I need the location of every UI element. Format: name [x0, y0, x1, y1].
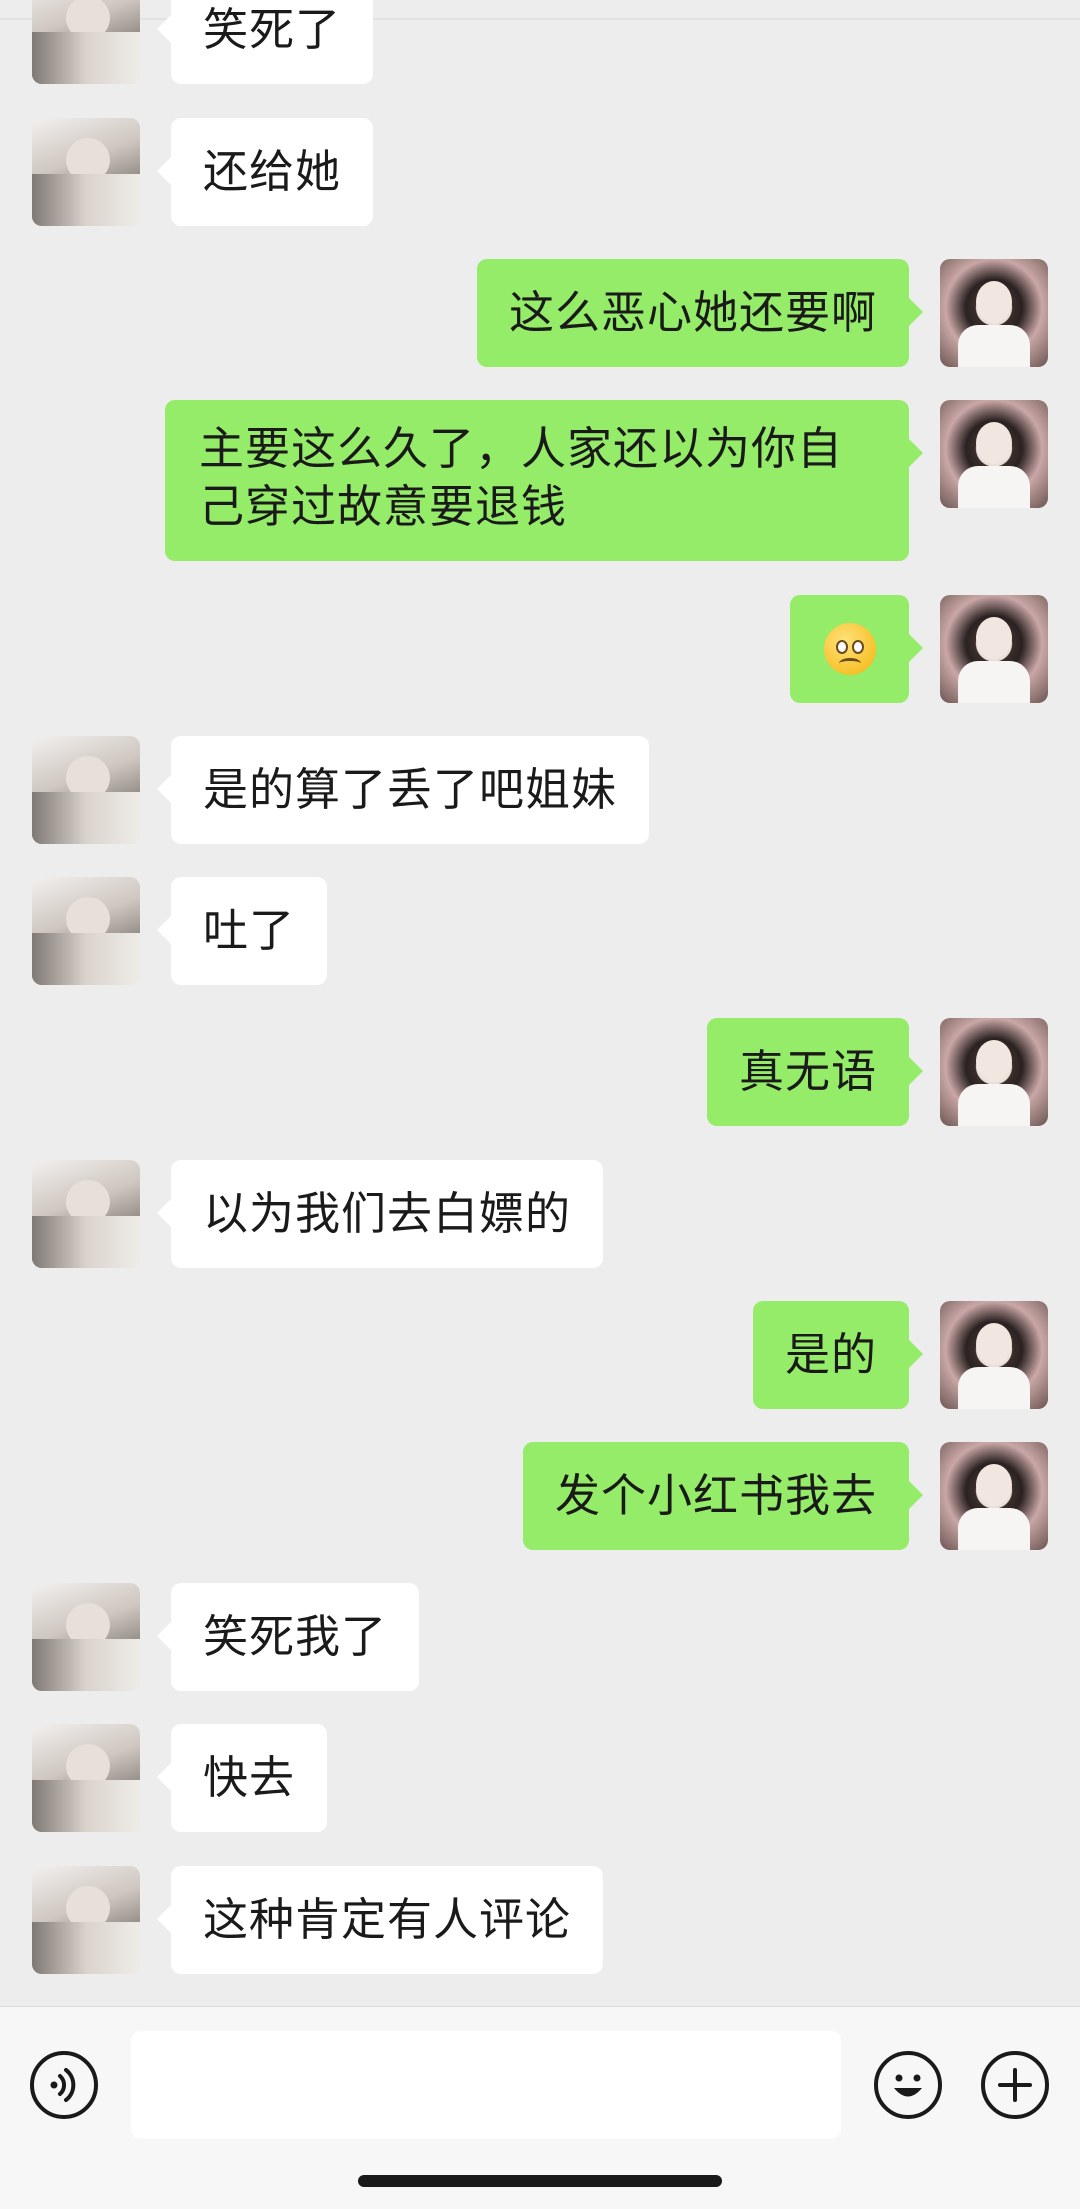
message-sent: 真无语 [0, 1018, 1080, 1126]
emoji-message-bubble[interactable] [790, 595, 923, 703]
message-bubble[interactable]: 以为我们去白嫖的 [156, 1160, 604, 1268]
message-received: 以为我们去白嫖的 [0, 1160, 1080, 1268]
message-received: 吐了 [0, 877, 1080, 985]
message-bubble[interactable]: 快去 [156, 1724, 328, 1832]
message-received: 笑死了 [0, 0, 1080, 84]
contact-avatar[interactable] [32, 1724, 140, 1832]
my-avatar[interactable] [940, 1442, 1048, 1550]
contact-avatar[interactable] [32, 877, 140, 985]
contact-avatar[interactable] [32, 118, 140, 226]
message-bubble[interactable]: 真无语 [706, 1018, 924, 1126]
home-indicator[interactable] [358, 2175, 722, 2187]
contact-avatar[interactable] [32, 736, 140, 844]
contact-avatar[interactable] [32, 0, 140, 84]
message-sent: 发个小红书我去 [0, 1442, 1080, 1550]
my-avatar[interactable] [940, 595, 1048, 703]
message-bubble[interactable]: 笑死了 [156, 0, 374, 84]
message-bubble[interactable]: 吐了 [156, 877, 328, 985]
message-bubble[interactable]: 笑死我了 [156, 1583, 420, 1691]
message-bubble[interactable]: 这么恶心她还要啊 [476, 259, 924, 367]
contact-avatar[interactable] [32, 1583, 140, 1691]
message-bubble[interactable]: 还给她 [156, 118, 374, 226]
message-bubble[interactable]: 发个小红书我去 [522, 1442, 924, 1550]
message-sent: 这么恶心她还要啊 [0, 259, 1080, 367]
message-bubble[interactable]: 是的 [752, 1301, 924, 1409]
my-avatar[interactable] [940, 400, 1048, 508]
pleading-face-icon [823, 623, 876, 675]
message-bubble[interactable]: 这种肯定有人评论 [156, 1866, 604, 1974]
contact-avatar[interactable] [32, 1866, 140, 1974]
plus-icon[interactable] [981, 2051, 1049, 2119]
message-received: 笑死我了 [0, 1583, 1080, 1691]
my-avatar[interactable] [940, 1018, 1048, 1126]
message-received: 是的算了丢了吧姐妹 [0, 736, 1080, 844]
chat-area[interactable]: 笑死了 还给她 这么恶心她还要啊 主要这么久了，人家还以为你自己穿过故意要退钱 … [0, 0, 1080, 2006]
message-received: 这种肯定有人评论 [0, 1866, 1080, 1974]
message-sent: 是的 [0, 1301, 1080, 1409]
message-received: 快去 [0, 1724, 1080, 1832]
message-bubble[interactable]: 主要这么久了，人家还以为你自己穿过故意要退钱 [165, 400, 923, 561]
voice-icon[interactable] [30, 2051, 98, 2119]
contact-avatar[interactable] [32, 1160, 140, 1268]
my-avatar[interactable] [940, 259, 1048, 367]
my-avatar[interactable] [940, 1301, 1048, 1409]
message-received: 还给她 [0, 118, 1080, 226]
input-bar [0, 2006, 1080, 2209]
message-bubble[interactable]: 是的算了丢了吧姐妹 [156, 736, 650, 844]
message-sent: 主要这么久了，人家还以为你自己穿过故意要退钱 [0, 400, 1080, 561]
emoji-icon[interactable] [874, 2051, 942, 2119]
message-input[interactable] [131, 2031, 841, 2139]
message-sent [0, 595, 1080, 703]
